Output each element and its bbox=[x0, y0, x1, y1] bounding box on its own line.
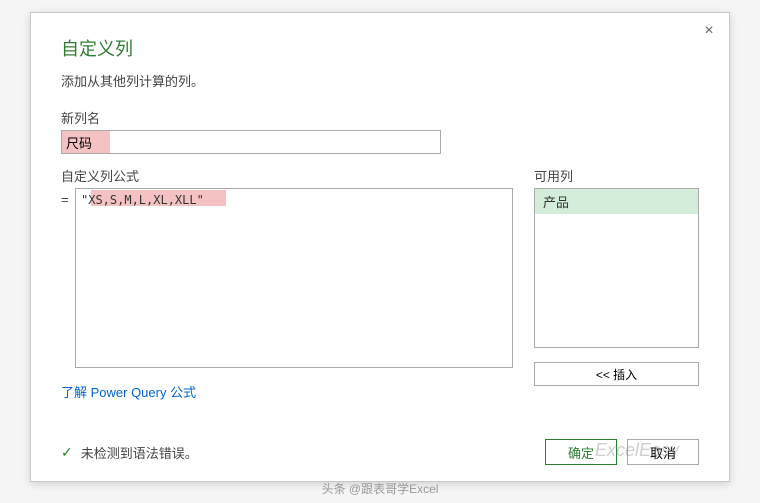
syntax-status: ✓ 未检测到语法错误。 bbox=[61, 443, 198, 462]
dialog-subtitle: 添加从其他列计算的列。 bbox=[61, 71, 699, 90]
check-icon: ✓ bbox=[61, 444, 73, 461]
formula-input[interactable]: "XS,S,M,L,XL,XLL" bbox=[75, 188, 513, 368]
ok-button[interactable]: 确定 bbox=[545, 439, 617, 465]
newcol-label: 新列名 bbox=[61, 108, 699, 127]
learn-link[interactable]: 了解 Power Query 公式 bbox=[61, 382, 196, 401]
close-button[interactable]: × bbox=[699, 21, 719, 41]
dialog-footer: ✓ 未检测到语法错误。 确定 取消 bbox=[61, 439, 699, 465]
insert-button[interactable]: << 插入 bbox=[534, 362, 699, 386]
dialog-content: 自定义列 添加从其他列计算的列。 新列名 自定义列公式 = "XS,S,M,L,… bbox=[31, 13, 729, 419]
cancel-button[interactable]: 取消 bbox=[627, 439, 699, 465]
custom-column-dialog: × 自定义列 添加从其他列计算的列。 新列名 自定义列公式 = "XS,S,M,… bbox=[30, 12, 730, 482]
formula-label: 自定义列公式 bbox=[61, 166, 516, 185]
available-label: 可用列 bbox=[534, 166, 699, 185]
close-icon: × bbox=[704, 22, 713, 40]
formula-container: "XS,S,M,L,XL,XLL" bbox=[75, 188, 513, 368]
status-text: 未检测到语法错误。 bbox=[81, 443, 198, 462]
watermark-bottom: 头条 @跟表哥学Excel bbox=[0, 480, 760, 497]
dialog-title: 自定义列 bbox=[61, 35, 699, 61]
available-columns-list[interactable]: 产品 bbox=[534, 188, 699, 348]
formula-prefix: = bbox=[61, 188, 75, 207]
formula-text: "XS,S,M,L,XL,XLL" bbox=[81, 193, 204, 207]
newcol-input[interactable] bbox=[61, 130, 441, 154]
available-item[interactable]: 产品 bbox=[535, 189, 698, 214]
